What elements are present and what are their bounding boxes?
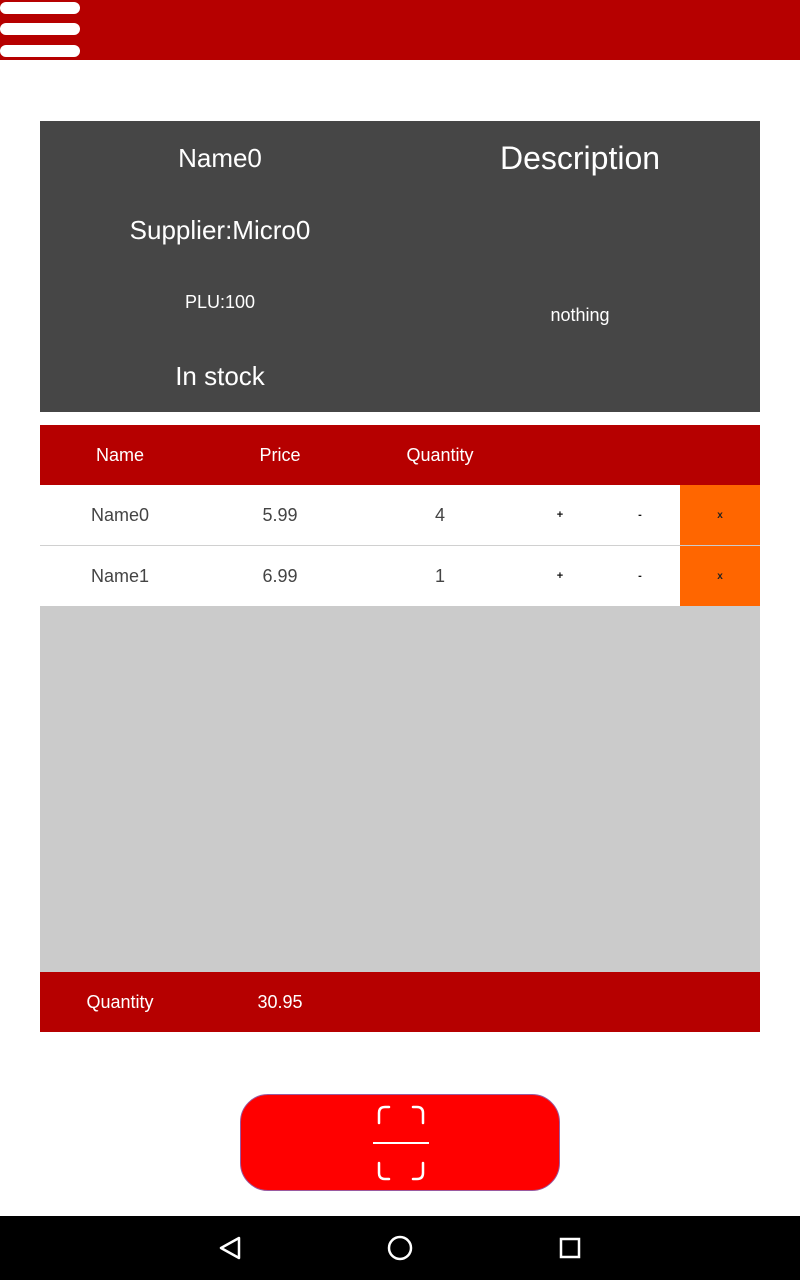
hamburger-menu-icon[interactable] <box>0 0 82 60</box>
increase-quantity-button[interactable]: + <box>520 485 600 545</box>
column-header-price: Price <box>259 444 301 465</box>
product-description: nothing <box>550 305 610 325</box>
cart-row: Name0 5.99 4 + - x <box>40 485 760 545</box>
remove-item-button[interactable]: x <box>680 546 760 606</box>
scan-barcode-button[interactable] <box>240 1094 560 1191</box>
item-quantity: 1 <box>434 565 445 586</box>
product-supplier: Supplier:Micro0 <box>129 215 311 245</box>
product-plu: PLU:100 <box>184 292 256 312</box>
remove-item-button[interactable]: x <box>680 485 760 545</box>
menu-bar-line <box>0 45 80 57</box>
cart-row: Name1 6.99 1 + - x <box>40 546 760 606</box>
barcode-scan-icon <box>373 1105 429 1181</box>
decrease-quantity-button[interactable]: - <box>600 485 680 545</box>
item-price: 6.99 <box>262 565 298 586</box>
product-details-card: Name0 Supplier:Micro0 PLU:100 In stock D… <box>40 121 760 412</box>
product-name: Name0 <box>178 143 262 173</box>
description-title: Description <box>499 140 661 176</box>
system-navigation-bar <box>0 1216 800 1280</box>
column-header-name: Name <box>95 444 144 465</box>
stock-status: In stock <box>175 361 265 391</box>
recents-square-icon[interactable] <box>550 1228 590 1268</box>
cart-footer: Quantity 30.95 <box>40 972 760 1032</box>
back-triangle-icon[interactable] <box>210 1228 250 1268</box>
column-header-quantity: Quantity <box>406 444 474 465</box>
item-name: Name1 <box>90 565 150 586</box>
cart-list[interactable]: Name0 5.99 4 + - x Name1 6.99 1 + - x <box>40 485 760 972</box>
increase-quantity-button[interactable]: + <box>520 546 600 606</box>
app-bar <box>0 0 800 60</box>
decrease-quantity-button[interactable]: - <box>600 546 680 606</box>
item-quantity: 4 <box>434 504 445 525</box>
item-price: 5.99 <box>262 504 298 525</box>
cart-table-header: Name Price Quantity <box>40 425 760 485</box>
footer-total: 30.95 <box>257 991 303 1012</box>
footer-label: Quantity <box>86 991 154 1012</box>
menu-bar-line <box>0 2 80 14</box>
menu-bar-line <box>0 23 80 35</box>
home-circle-icon[interactable] <box>380 1228 420 1268</box>
item-name: Name0 <box>90 504 150 525</box>
